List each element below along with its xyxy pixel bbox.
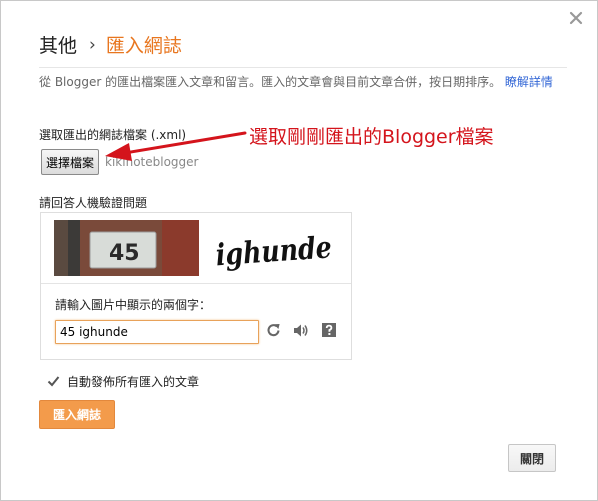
annotation-arrow [105, 131, 247, 161]
captcha-photo-text: 45 [109, 241, 140, 266]
auto-publish-label: 自動發佈所有匯入的文章 [67, 375, 200, 389]
close-icon[interactable] [569, 11, 583, 25]
breadcrumb-parent[interactable]: 其他 [39, 31, 77, 58]
captcha-box: 45 ighunde 請輸入圖片中顯示的兩個字： [40, 212, 352, 360]
header-divider [39, 67, 567, 68]
auto-publish-checkbox[interactable] [47, 375, 60, 388]
refresh-icon[interactable] [265, 322, 282, 339]
description: 從 Blogger 的匯出檔案匯入文章和留言。匯入的文章會與目前文章合併，按日期… [39, 73, 559, 91]
captcha-prompt: 請輸入圖片中顯示的兩個字： [55, 298, 212, 312]
learn-more-link[interactable]: 瞭解詳情 [505, 75, 553, 89]
annotation-text: 選取剛剛匯出的Blogger檔案 [249, 126, 494, 148]
choose-file-button[interactable]: 選擇檔案 [41, 149, 100, 175]
captcha-divider [41, 283, 351, 284]
captcha-image: 45 ighunde [54, 220, 338, 276]
close-button[interactable]: 關閉 [508, 444, 556, 472]
breadcrumb-separator: › [89, 34, 96, 55]
help-icon[interactable] [321, 322, 337, 338]
captcha-title: 請回答人機驗證問題 [39, 196, 148, 210]
breadcrumb: 其他 › 匯入網誌 [39, 31, 182, 58]
audio-icon[interactable] [292, 322, 309, 339]
page-title: 匯入網誌 [105, 35, 182, 57]
captcha-input[interactable] [55, 320, 259, 344]
import-blog-dialog: 其他 › 匯入網誌 從 Blogger 的匯出檔案匯入文章和留言。匯入的文章會與… [0, 0, 598, 501]
import-blog-button[interactable]: 匯入網誌 [39, 400, 115, 429]
auto-publish-row: 自動發佈所有匯入的文章 [47, 373, 199, 390]
captcha-word-text: ighunde [215, 230, 333, 273]
description-text: 從 Blogger 的匯出檔案匯入文章和留言。匯入的文章會與目前文章合併，按日期… [39, 75, 502, 89]
